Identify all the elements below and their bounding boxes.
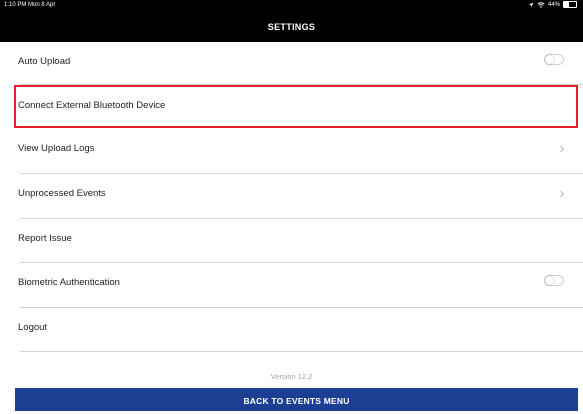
battery-fill [564, 2, 570, 7]
settings-row-logout[interactable]: Logout [16, 308, 583, 352]
settings-row-label: Report Issue [18, 233, 72, 244]
app-header: 1:10 PM Mon 8 Apr 44% SETTINGS [0, 0, 583, 42]
status-time: 1:10 PM Mon 8 Apr [4, 2, 56, 8]
chevron-right-icon [560, 145, 565, 153]
divider [20, 351, 583, 352]
back-to-events-menu-button[interactable]: BACK TO EVENTS MENU [15, 388, 578, 411]
chevron-right-icon [560, 190, 565, 198]
settings-row-auto-upload[interactable]: Auto Upload [16, 42, 583, 86]
status-indicators: 44% [528, 1, 577, 8]
settings-row-biometric-authentication[interactable]: Biometric Authentication [16, 263, 583, 307]
battery-icon [563, 1, 577, 8]
auto-upload-toggle[interactable] [544, 54, 564, 65]
toggle-knob [545, 55, 554, 64]
settings-row-label: Auto Upload [18, 56, 71, 67]
biometric-authentication-toggle[interactable] [544, 275, 564, 286]
page-title: SETTINGS [267, 22, 316, 32]
settings-row-view-upload-logs[interactable]: View Upload Logs [16, 129, 583, 173]
settings-row-label: Logout [18, 322, 48, 333]
settings-row-unprocessed-events[interactable]: Unprocessed Events [16, 174, 583, 218]
toggle-knob [545, 276, 554, 285]
settings-row-label: Unprocessed Events [18, 188, 106, 199]
battery-percent: 44% [547, 1, 560, 8]
wifi-icon [537, 1, 545, 8]
settings-row-report-issue[interactable]: Report Issue [16, 219, 583, 263]
highlight-box [14, 85, 578, 128]
settings-row-label: Biometric Authentication [18, 277, 120, 288]
settings-row-label: View Upload Logs [18, 143, 95, 154]
version-text: Version 12.2 [270, 372, 313, 381]
location-arrow-icon [528, 2, 534, 7]
